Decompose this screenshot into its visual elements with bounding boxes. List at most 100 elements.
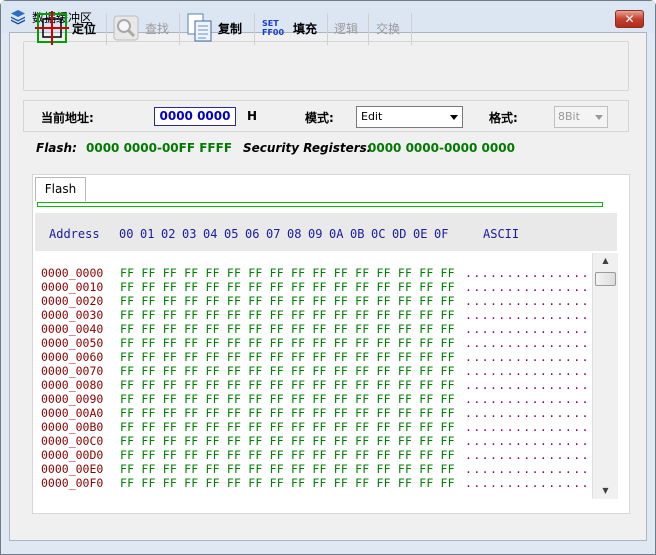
row-bytes[interactable]: FF FF FF FF FF FF FF FF FF FF FF FF FF F… — [120, 364, 455, 378]
byte-column-header: 01 — [140, 227, 155, 241]
row-address: 0000_00F0 — [41, 476, 104, 490]
row-ascii: ................ — [465, 364, 591, 378]
row-bytes[interactable]: FF FF FF FF FF FF FF FF FF FF FF FF FF F… — [120, 448, 455, 462]
row-bytes[interactable]: FF FF FF FF FF FF FF FF FF FF FF FF FF F… — [120, 266, 455, 280]
row-address: 0000_0020 — [41, 294, 104, 308]
locate-button[interactable]: 定位 — [35, 11, 96, 45]
locate-label: 定位 — [72, 21, 97, 36]
mode-label: 模式: — [305, 111, 334, 125]
row-bytes[interactable]: FF FF FF FF FF FF FF FF FF FF FF FF FF F… — [120, 336, 455, 350]
row-bytes[interactable]: FF FF FF FF FF FF FF FF FF FF FF FF FF F… — [120, 476, 455, 490]
mode-value: Edit — [361, 110, 383, 123]
scroll-down-arrow-icon[interactable]: ▼ — [593, 483, 618, 499]
row-ascii: ................ — [465, 406, 591, 420]
byte-column-header: 03 — [182, 227, 197, 241]
tab-underline — [37, 202, 603, 207]
row-address: 0000_0060 — [41, 350, 104, 364]
toolbar — [23, 41, 629, 91]
byte-column-header: 0B — [350, 227, 365, 241]
row-bytes[interactable]: FF FF FF FF FF FF FF FF FF FF FF FF FF F… — [120, 462, 455, 476]
row-address: 0000_0050 — [41, 336, 104, 350]
row-address: 0000_00A0 — [41, 406, 104, 420]
fill-button[interactable]: SET FF00 填充 — [262, 11, 317, 45]
toolbar-separator — [327, 13, 328, 45]
format-label: 格式: — [489, 111, 518, 125]
row-address: 0000_0030 — [41, 308, 104, 322]
row-ascii: ................ — [465, 448, 591, 462]
row-ascii: ................ — [465, 420, 591, 434]
vertical-scrollbar[interactable]: ▲ ▼ — [592, 253, 618, 499]
toolbar-separator — [411, 13, 412, 45]
byte-column-header: 0E — [413, 227, 428, 241]
swap-button[interactable]: 交换 — [376, 11, 400, 45]
range-info: Flash: — [36, 141, 77, 155]
row-address: 0000_0000 — [41, 266, 104, 280]
close-button[interactable]: ✕ — [615, 10, 644, 28]
row-ascii: ................ — [465, 462, 591, 476]
row-bytes[interactable]: FF FF FF FF FF FF FF FF FF FF FF FF FF F… — [120, 392, 455, 406]
swap-label: 交换 — [376, 21, 401, 36]
security-range-wrap: 0000 0000-0000 0000 — [368, 141, 515, 155]
byte-column-header: 07 — [266, 227, 281, 241]
chevron-down-icon — [450, 115, 458, 120]
chevron-down-icon — [595, 115, 603, 120]
row-ascii: ................ — [465, 350, 591, 364]
title-bar[interactable]: 数据缓冲区 ✕ — [1, 1, 655, 33]
row-address: 0000_00C0 — [41, 434, 104, 448]
row-ascii: ................ — [465, 266, 591, 280]
fill-icon-top-text: SET — [262, 19, 279, 28]
copy-button[interactable]: 复制 — [187, 11, 242, 45]
byte-column-header: 02 — [161, 227, 176, 241]
row-address: 0000_0080 — [41, 378, 104, 392]
logic-button[interactable]: 逻辑 — [334, 11, 358, 45]
logic-label: 逻辑 — [334, 21, 359, 36]
row-ascii: ................ — [465, 294, 591, 308]
scroll-thumb[interactable] — [595, 272, 616, 286]
byte-column-header: 0F — [434, 227, 449, 241]
security-range-label: Security Registers: — [243, 141, 372, 155]
row-ascii: ................ — [465, 392, 591, 406]
flash-range-wrap: 0000 0000-00FF FFFF — [86, 141, 232, 155]
byte-column-header: 0C — [371, 227, 386, 241]
tab-flash[interactable]: Flash — [35, 177, 86, 201]
format-select[interactable]: 8Bit — [554, 106, 608, 128]
row-bytes[interactable]: FF FF FF FF FF FF FF FF FF FF FF FF FF F… — [120, 378, 455, 392]
row-ascii: ................ — [465, 434, 591, 448]
row-bytes[interactable]: FF FF FF FF FF FF FF FF FF FF FF FF FF F… — [120, 420, 455, 434]
row-ascii: ................ — [465, 378, 591, 392]
row-bytes[interactable]: FF FF FF FF FF FF FF FF FF FF FF FF FF F… — [120, 350, 455, 364]
row-bytes[interactable]: FF FF FF FF FF FF FF FF FF FF FF FF FF F… — [120, 294, 455, 308]
byte-column-header: 0A — [329, 227, 344, 241]
copy-label: 复制 — [218, 21, 243, 36]
row-address: 0000_0090 — [41, 392, 104, 406]
address-column-header: Address — [49, 227, 100, 241]
row-bytes[interactable]: FF FF FF FF FF FF FF FF FF FF FF FF FF F… — [120, 280, 455, 294]
row-address: 0000_0070 — [41, 364, 104, 378]
row-address: 0000_00D0 — [41, 448, 104, 462]
byte-column-header: 00 — [119, 227, 134, 241]
fill-icon-bottom-text: FF00 — [262, 28, 285, 37]
security-range-value: 0000 0000-0000 0000 — [368, 141, 515, 155]
toolbar-separator — [106, 13, 107, 45]
address-input[interactable]: 0000 0000 — [154, 107, 236, 126]
row-bytes[interactable]: FF FF FF FF FF FF FF FF FF FF FF FF FF F… — [120, 308, 455, 322]
hex-grid[interactable]: 0000_0000 FF FF FF FF FF FF FF FF FF FF F… — [35, 256, 591, 496]
row-address: 0000_00B0 — [41, 420, 104, 434]
row-bytes[interactable]: FF FF FF FF FF FF FF FF FF FF FF FF FF F… — [120, 406, 455, 420]
mode-select[interactable]: Edit — [356, 106, 463, 128]
hex-buffer-window: 数据缓冲区 ✕ 定位 查找 复制 SET FF00 填充 逻辑 交换 当前地址:… — [0, 0, 656, 555]
layers-icon — [11, 10, 25, 25]
row-ascii: ................ — [465, 322, 591, 336]
toolbar-separator — [368, 13, 369, 45]
byte-column-header: 04 — [203, 227, 218, 241]
ascii-column-header: ASCII — [483, 227, 520, 241]
toolbar-separator — [179, 13, 180, 45]
crosshair-icon — [35, 11, 69, 45]
find-button[interactable]: 查找 — [113, 11, 169, 45]
address-suffix: H — [247, 109, 258, 123]
scroll-up-arrow-icon[interactable]: ▲ — [593, 253, 618, 269]
byte-column-header: 06 — [245, 227, 260, 241]
row-bytes[interactable]: FF FF FF FF FF FF FF FF FF FF FF FF FF F… — [120, 322, 455, 336]
row-bytes[interactable]: FF FF FF FF FF FF FF FF FF FF FF FF FF F… — [120, 434, 455, 448]
find-label: 查找 — [145, 21, 170, 36]
